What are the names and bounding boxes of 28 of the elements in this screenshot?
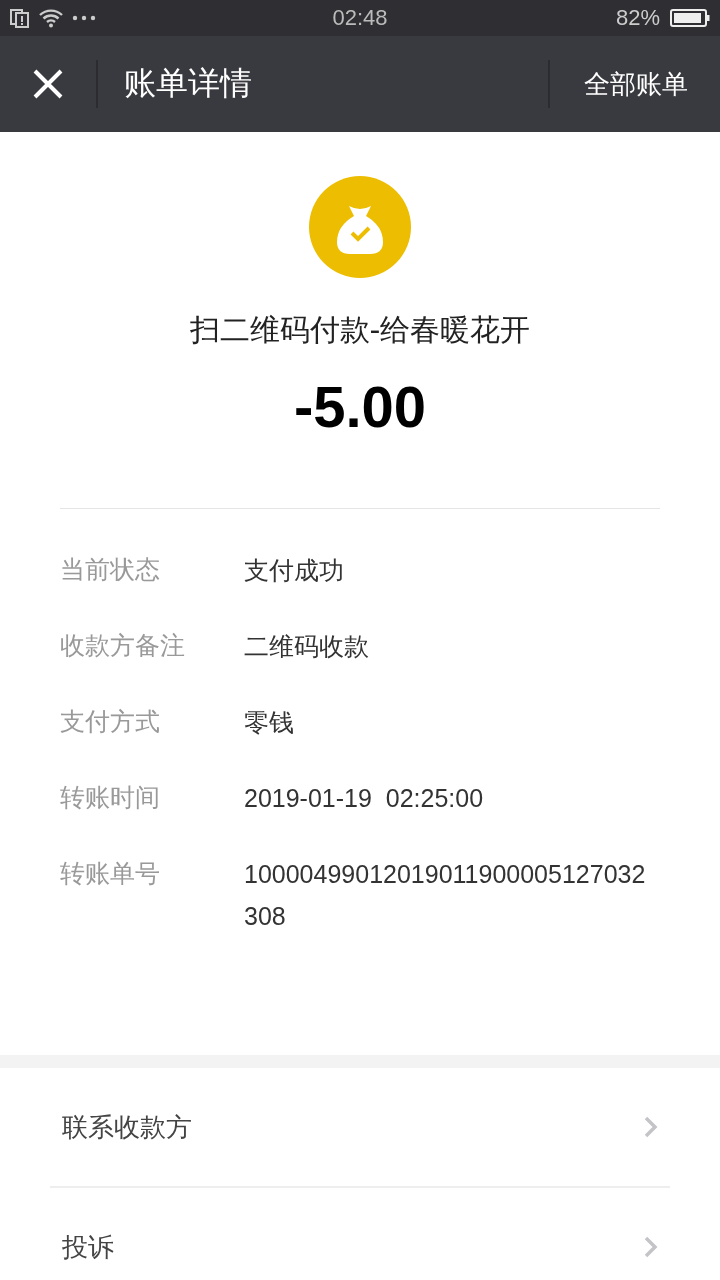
detail-label: 支付方式: [60, 706, 161, 738]
detail-label: 转账单号: [60, 858, 161, 890]
detail-value: 零钱: [244, 707, 295, 738]
battery-percent: 82%: [615, 5, 660, 31]
menu-item[interactable]: 投诉: [50, 1188, 670, 1280]
clock: 02:48: [332, 5, 388, 31]
wifi-icon: [38, 8, 64, 28]
chevron-icon: [644, 1236, 658, 1258]
menu-item-label: 投诉: [62, 1230, 114, 1264]
detail-label: 当前状态: [60, 554, 161, 586]
chevron-icon: [644, 1116, 658, 1138]
payment-title: 扫二维码付款-给春暖花开: [189, 311, 531, 349]
all-bills-link[interactable]: 全部账单: [550, 36, 720, 132]
battery-icon: [670, 9, 710, 27]
detail-value: 2019-01-19 02:25:00: [244, 783, 485, 814]
money-bag-icon: [309, 176, 411, 278]
menu-item-label: 联系收款方: [62, 1110, 192, 1144]
detail-value: 10000499012019011900005127032308: [244, 859, 647, 932]
more-icon: [72, 15, 96, 21]
detail-label: 转账时间: [60, 782, 161, 814]
detail-value: 二维码收款: [244, 631, 370, 662]
detail-label: 收款方备注: [60, 630, 186, 662]
page-title: 账单详情: [123, 63, 253, 104]
notification-icon: [10, 8, 30, 28]
close-icon: [32, 68, 64, 100]
payment-amount: -5.00: [293, 373, 427, 440]
menu-item[interactable]: 联系收款方: [50, 1068, 670, 1186]
detail-value: 支付成功: [244, 555, 345, 586]
